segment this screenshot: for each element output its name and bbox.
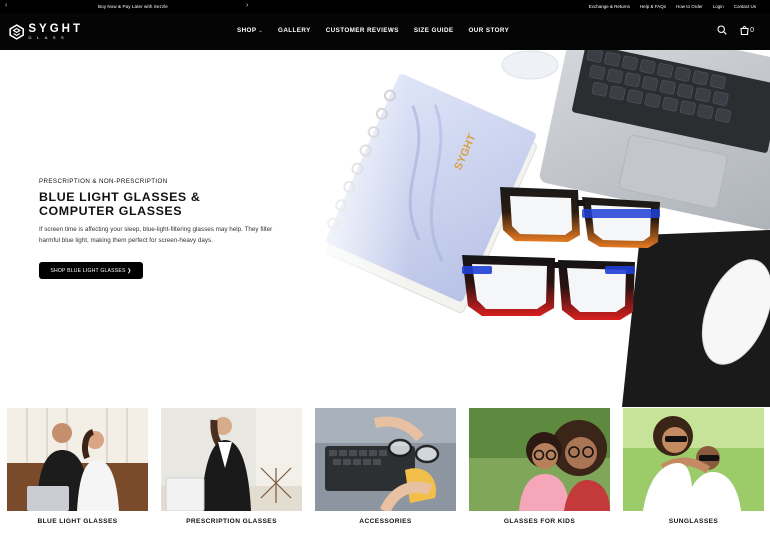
category-image-blue-light — [7, 408, 148, 511]
category-card-accessories[interactable]: ACCESSORIES — [315, 408, 456, 525]
search-icon[interactable] — [717, 25, 727, 35]
category-image-sunglasses — [623, 408, 764, 511]
cart-button[interactable]: 0 — [740, 25, 754, 35]
category-label: BLUE LIGHT GLASSES — [37, 518, 118, 525]
hero-description: If screen time is affecting your sleep, … — [39, 226, 273, 244]
link-login[interactable]: Login — [713, 4, 724, 9]
nav-item-customer-reviews[interactable]: CUSTOMER REVIEWS — [326, 27, 399, 34]
category-label: GLASSES FOR KIDS — [503, 518, 576, 525]
hero-copy: PRESCRIPTION & NON-PRESCRIPTION BLUE LIG… — [39, 178, 279, 246]
category-label: ACCESSORIES — [359, 518, 412, 525]
category-label: SUNGLASSES — [668, 518, 719, 525]
category-row: BLUE LIGHT GLASSES PRESCRIPTION GLASSES — [0, 408, 770, 535]
cart-count: 0 — [750, 26, 754, 34]
category-card-sunglasses[interactable]: SUNGLASSES — [623, 408, 764, 525]
nav-item-shop[interactable]: SHOP ⌄ — [237, 27, 263, 34]
chevron-left-icon[interactable]: ‹ — [5, 2, 7, 10]
announcement-message[interactable]: Buy Now & Pay Later with Sezzle — [98, 4, 168, 9]
header-actions: 0 — [717, 25, 754, 35]
link-help-faqs[interactable]: Help & FAQs — [640, 4, 666, 9]
utility-links: Exchange & Returns Help & FAQs How to Or… — [589, 4, 756, 9]
hero-product-image: SYGHT — [300, 50, 770, 407]
category-image-accessories — [315, 408, 456, 511]
logo-mark-icon — [9, 24, 24, 40]
bag-icon — [740, 26, 749, 35]
category-card-blue-light[interactable]: BLUE LIGHT GLASSES — [7, 408, 148, 525]
hero-banner: SYGHT PRESCRIPTION & NON-PRESCRIPTION BL… — [0, 50, 770, 407]
primary-nav: SHOP ⌄ GALLERY CUSTOMER REVIEWS SIZE GUID… — [237, 27, 509, 34]
nav-item-gallery[interactable]: GALLERY — [278, 27, 311, 34]
link-how-to-order[interactable]: How to Order — [676, 4, 703, 9]
nav-item-size-guide[interactable]: SIZE GUIDE — [414, 27, 454, 34]
site-logo[interactable]: SYGHT GLASS — [9, 21, 83, 43]
link-exchange-returns[interactable]: Exchange & Returns — [589, 4, 630, 9]
chevron-down-icon: ⌄ — [258, 28, 264, 34]
category-card-kids[interactable]: GLASSES FOR KIDS — [469, 408, 610, 525]
chevron-right-icon[interactable]: › — [246, 2, 248, 10]
category-label: PRESCRIPTION GLASSES — [186, 518, 277, 525]
hero-eyebrow: PRESCRIPTION & NON-PRESCRIPTION — [39, 178, 168, 185]
category-image-kids — [469, 408, 610, 511]
link-contact-us[interactable]: Contact Us — [734, 4, 756, 9]
hero-title: BLUE LIGHT GLASSES & COMPUTER GLASSES — [39, 190, 201, 218]
announcement-bar: ‹ Buy Now & Pay Later with Sezzle › Exch… — [0, 0, 770, 13]
category-image-prescription — [161, 408, 302, 511]
shop-blue-light-button[interactable]: SHOP BLUE LIGHT GLASSES ❯ — [39, 262, 143, 279]
logo-wordmark: SYGHT — [28, 22, 83, 35]
nav-item-our-story[interactable]: OUR STORY — [469, 27, 510, 34]
logo-subtext: GLASS — [28, 34, 70, 40]
category-card-prescription[interactable]: PRESCRIPTION GLASSES — [161, 408, 302, 525]
main-header: SYGHT GLASS SHOP ⌄ GALLERY CUSTOMER REVIE… — [0, 13, 770, 50]
